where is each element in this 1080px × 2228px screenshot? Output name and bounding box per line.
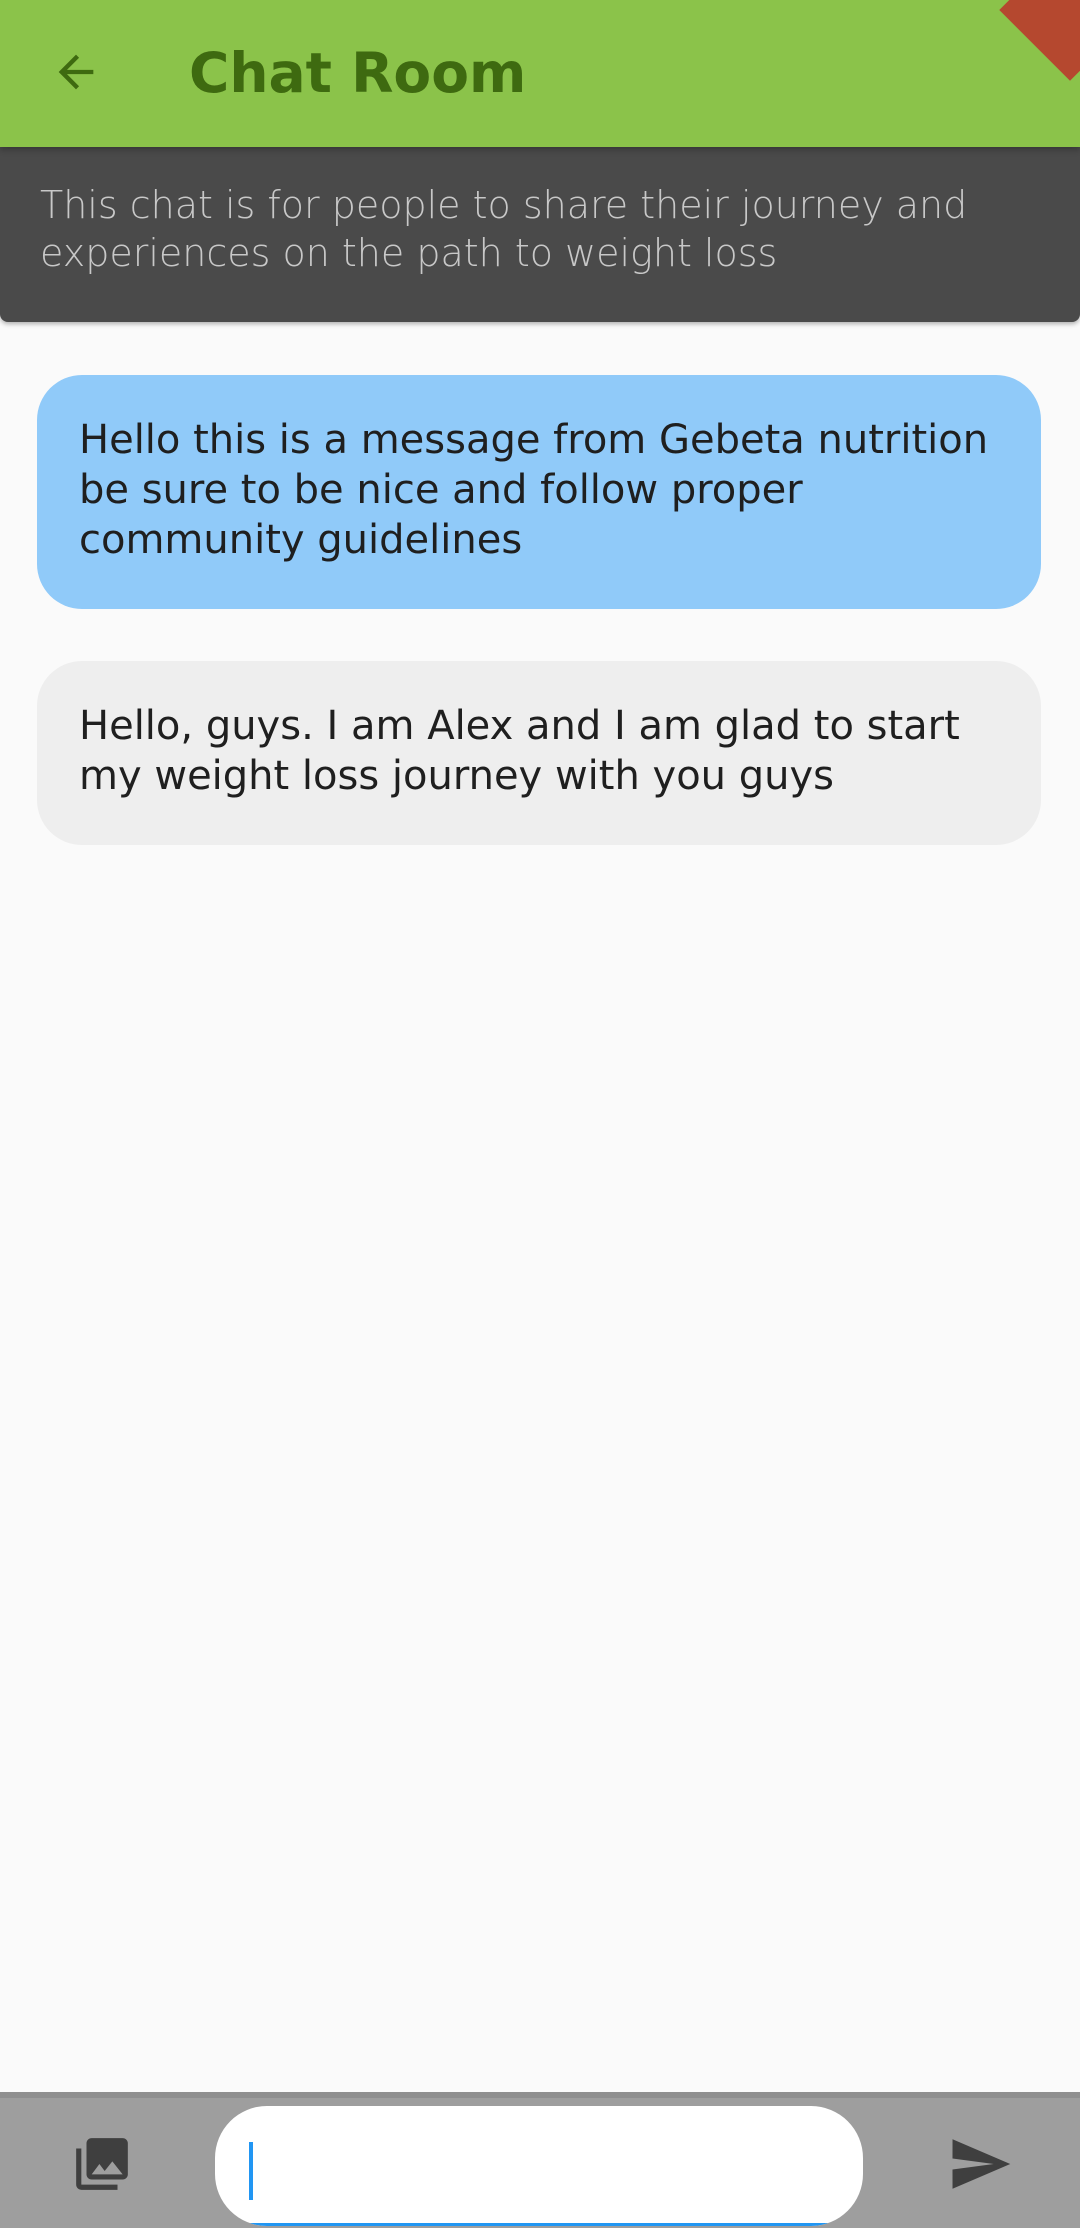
- send-button[interactable]: [940, 2124, 1020, 2204]
- attach-image-button[interactable]: [66, 2128, 138, 2200]
- page-title: Chat Room: [189, 41, 527, 105]
- arrow-back-icon: [58, 54, 94, 90]
- message-composer: [0, 2092, 1080, 2228]
- text-cursor: [249, 2142, 253, 2200]
- message-input-container: [215, 2106, 863, 2226]
- input-focus-underline: [245, 2223, 833, 2226]
- app-bar: Chat Room: [0, 0, 1080, 147]
- message-text: Hello, guys. I am Alex and I am glad to …: [79, 703, 960, 799]
- message-bubble: Hello, guys. I am Alex and I am glad to …: [37, 661, 1041, 845]
- debug-banner: [999, 0, 1080, 81]
- chat-description: This chat is for people to share their j…: [40, 183, 968, 275]
- back-button[interactable]: [40, 36, 112, 108]
- message-bubble: Hello this is a message from Gebeta nutr…: [37, 375, 1041, 609]
- message-input[interactable]: [245, 2128, 829, 2202]
- message-text: Hello this is a message from Gebeta nutr…: [79, 417, 989, 563]
- chat-description-panel: This chat is for people to share their j…: [0, 147, 1080, 322]
- photo-library-icon: [76, 2138, 128, 2190]
- send-icon: [952, 2139, 1011, 2189]
